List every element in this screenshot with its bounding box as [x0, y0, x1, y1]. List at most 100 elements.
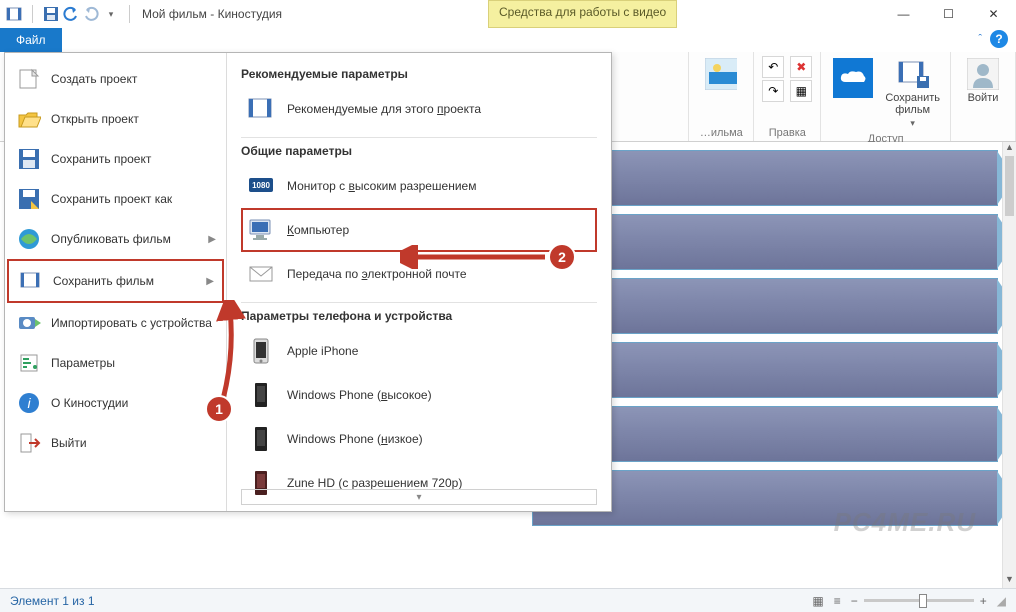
ribbon-group-movie-label: …ильма — [700, 127, 743, 139]
file-menu-right-pane: Рекомендуемые параметры Рекомендуемые дл… — [227, 53, 611, 511]
menu-options[interactable]: Параметры — [7, 343, 224, 383]
menu-save-project-label: Сохранить проект — [51, 152, 151, 166]
menu-save-movie[interactable]: Сохранить фильм ▶ — [7, 259, 224, 303]
phone-icon — [247, 425, 275, 453]
annotation-badge-2: 2 — [548, 243, 576, 271]
file-menu-left-pane: Создать проект Открыть проект Сохранить … — [5, 53, 227, 511]
open-project-icon — [17, 107, 41, 131]
menu-save-movie-label: Сохранить фильм — [53, 274, 154, 288]
sub-zune-label: Zune HD (с разрешением 720p) — [287, 476, 462, 490]
import-icon — [17, 311, 41, 335]
ribbon-group-edit: ↶ ↷ ✖ ▦ Правка — [753, 52, 820, 141]
section-recommended: Рекомендуемые параметры — [241, 67, 597, 81]
about-icon: i — [17, 391, 41, 415]
sub-computer-label: Компьютер — [287, 223, 349, 237]
sub-hd-monitor[interactable]: 1080 Монитор с высоким разрешением — [241, 164, 597, 208]
remove-icon[interactable]: ✖ — [790, 56, 812, 78]
sub-wp-high-label: Windows Phone (высокое) — [287, 388, 432, 402]
save-project-icon — [17, 147, 41, 171]
qat-dropdown-icon[interactable]: ▾ — [103, 6, 119, 22]
status-item-count: Элемент 1 из 1 — [10, 594, 95, 608]
onedrive-button[interactable] — [829, 56, 877, 100]
scroll-thumb[interactable] — [1005, 156, 1014, 216]
zoom-in-icon[interactable]: + — [980, 594, 987, 608]
close-button[interactable]: ✕ — [971, 0, 1016, 28]
save-movie-icon — [19, 269, 43, 293]
section-devices: Параметры телефона и устройства — [241, 309, 597, 323]
sub-iphone[interactable]: Apple iPhone — [241, 329, 597, 373]
help-icon[interactable]: ? — [990, 30, 1008, 48]
save-movie-button[interactable]: Сохранить фильм ▾ — [883, 56, 942, 131]
sub-iphone-label: Apple iPhone — [287, 344, 358, 358]
app-icon — [6, 6, 22, 22]
minimize-button[interactable]: ― — [881, 0, 926, 28]
menu-save-project-as[interactable]: Сохранить проект как — [7, 179, 224, 219]
menu-save-project[interactable]: Сохранить проект — [7, 139, 224, 179]
select-all-icon[interactable]: ▦ — [790, 80, 812, 102]
ribbon-group-movie: …ильма — [688, 52, 753, 141]
ribbon-group-access: Сохранить фильм ▾ Доступ — [820, 52, 950, 141]
submenu-scroll-down[interactable]: ▾ — [241, 489, 597, 505]
scroll-up-icon[interactable]: ▲ — [1003, 142, 1016, 156]
exit-icon — [17, 431, 41, 455]
submenu-arrow-icon: ▶ — [208, 234, 216, 245]
email-icon — [247, 260, 275, 288]
save-as-icon — [17, 187, 41, 211]
rotate-right-icon[interactable]: ↷ — [762, 80, 784, 102]
save-icon[interactable] — [43, 6, 59, 22]
zoom-out-icon[interactable]: − — [851, 594, 858, 608]
collapse-ribbon-icon[interactable]: ˆ — [978, 33, 982, 45]
sub-wp-low[interactable]: Windows Phone (низкое) — [241, 417, 597, 461]
menu-about[interactable]: i О Киностудии — [7, 383, 224, 423]
view-thumbs-icon[interactable]: ▦ — [812, 594, 823, 608]
ribbon-group-signin: Войти — [950, 52, 1016, 141]
view-list-icon[interactable]: ≡ — [834, 594, 841, 608]
annotation-badge-1: 1 — [205, 395, 233, 423]
chevron-down-icon: ▾ — [910, 118, 915, 129]
menu-exit[interactable]: Выйти — [7, 423, 224, 463]
menu-new-project[interactable]: Создать проект — [7, 59, 224, 99]
submenu-arrow-icon: ▶ — [206, 276, 214, 287]
ribbon-tabs: Файл ˆ ? — [0, 28, 1016, 52]
watermark: PC4ME.RU — [834, 507, 976, 538]
thumbnail-sample[interactable] — [697, 56, 745, 92]
hd-icon: 1080 — [247, 172, 275, 200]
signin-button[interactable]: Войти — [959, 56, 1007, 106]
vertical-scrollbar[interactable]: ▲ ▼ — [1002, 142, 1016, 588]
menu-new-project-label: Создать проект — [51, 72, 137, 86]
new-project-icon — [17, 67, 41, 91]
titlebar: ▾ Мой фильм - Киностудия Средства для ра… — [0, 0, 1016, 28]
scroll-down-icon[interactable]: ▼ — [1003, 574, 1016, 588]
zoom-slider[interactable]: − + — [851, 594, 987, 608]
sub-recommended-label: Рекомендуемые для этого проекта — [287, 102, 481, 116]
menu-import-device-label: Импортировать с устройства — [51, 316, 212, 330]
resize-grip-icon[interactable]: ◢ — [997, 594, 1006, 608]
undo-icon[interactable] — [63, 6, 79, 22]
sub-recommended-project[interactable]: Рекомендуемые для этого проекта — [241, 87, 597, 131]
window-title: Мой фильм - Киностудия — [142, 7, 282, 21]
menu-import-device[interactable]: Импортировать с устройства — [7, 303, 224, 343]
menu-about-label: О Киностудии — [51, 396, 128, 410]
status-bar: Элемент 1 из 1 ▦ ≡ − + ◢ — [0, 588, 1016, 612]
film-icon — [247, 95, 275, 123]
file-tab[interactable]: Файл — [0, 28, 62, 52]
edit-small-buttons-2: ✖ ▦ — [790, 56, 812, 102]
contextual-tab-video-tools[interactable]: Средства для работы с видео — [488, 0, 677, 28]
menu-options-label: Параметры — [51, 356, 115, 370]
sub-wp-high[interactable]: Windows Phone (высокое) — [241, 373, 597, 417]
sub-email-label: Передача по электронной почте — [287, 267, 467, 281]
window-controls: ― ☐ ✕ — [881, 0, 1016, 28]
maximize-button[interactable]: ☐ — [926, 0, 971, 28]
menu-open-project[interactable]: Открыть проект — [7, 99, 224, 139]
rotate-left-icon[interactable]: ↶ — [762, 56, 784, 78]
sub-hd-label: Монитор с высоким разрешением — [287, 179, 476, 193]
ribbon-help-area: ˆ ? — [978, 30, 1008, 48]
menu-exit-label: Выйти — [51, 436, 87, 450]
file-menu: Создать проект Открыть проект Сохранить … — [4, 52, 612, 512]
redo-icon[interactable] — [83, 6, 99, 22]
ribbon-group-edit-label: Правка — [769, 127, 806, 139]
section-common: Общие параметры — [241, 144, 597, 158]
menu-publish-movie[interactable]: Опубликовать фильм ▶ — [7, 219, 224, 259]
annotation-arrow-2 — [400, 245, 550, 269]
publish-icon — [17, 227, 41, 251]
